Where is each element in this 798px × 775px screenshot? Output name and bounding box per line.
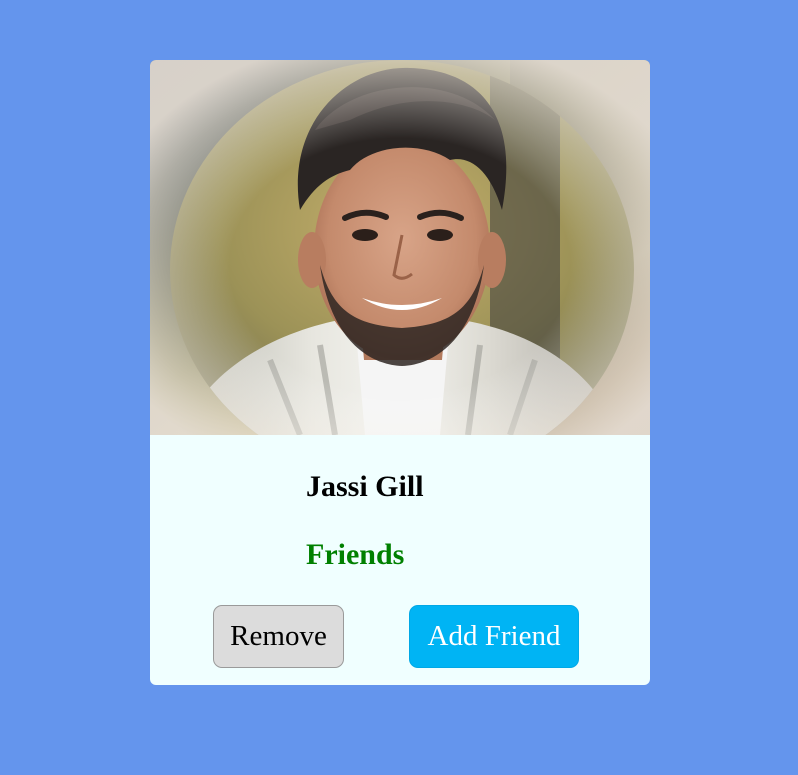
friend-name: Jassi Gill xyxy=(306,470,424,503)
friend-status: Friends xyxy=(306,538,405,571)
add-friend-button[interactable]: Add Friend xyxy=(409,605,579,668)
profile-photo xyxy=(150,60,650,435)
remove-button[interactable]: Remove xyxy=(213,605,344,668)
friend-card: Jassi Gill Friends Remove Add Friend xyxy=(150,60,650,685)
